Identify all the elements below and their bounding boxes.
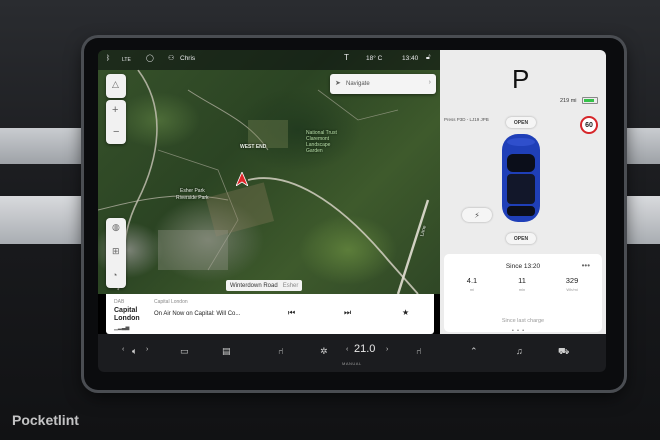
seat-heater-left-icon[interactable]: ⑁ [278,346,283,356]
favorite-star-button[interactable]: ★ [402,308,409,317]
trunk-open-label: OPEN [513,235,529,242]
vehicle-status-panel: P 219 mi Press P3D - LJ19 JPB 60 OPEN ⚡︎… [440,50,606,334]
trip-footer: Since last charge [501,318,545,324]
car-interior: ᛒ LTE ◯ ⚇ Chris T 18° C 13:40 🔓︎ ➤ Navig… [0,0,660,440]
trip-header: Since 13:20 [505,263,541,270]
now-playing-text: On Air Now on Capital: Will Co... [154,311,241,317]
current-road-name: Winterdown Road [230,282,278,289]
charge-bolt-icon: ⚡︎ [474,210,480,220]
car-menu-icon[interactable]: ▭ [180,346,189,357]
zoom-in-button[interactable]: + [112,104,118,116]
seat-heater-right-icon[interactable]: ⑁ [416,346,421,356]
navigate-search-bar[interactable]: ➤ Navigate › [330,74,436,94]
trip-duration-unit: min [518,287,526,292]
media-source: DAB [114,299,125,305]
user-name[interactable]: Chris [180,55,195,62]
trip-efficiency-unit: Wh/mi [566,287,578,292]
trip-distance-unit: mi [469,287,475,292]
signal-strength-icon: ▁▂▃▅ [114,325,130,331]
driver-profile-text: Press P3D - LJ19 JPB [444,117,489,122]
previous-track-button[interactable]: ⏮︎ [288,308,295,318]
bluetooth-icon[interactable]: ᛒ [106,55,110,62]
trip-card[interactable]: Since 13:20 ••• 4.1 mi 11 min 329 Wh/mi … [444,254,602,332]
cabin-temperature[interactable]: 21.0 [354,343,375,355]
chevron-right-icon: › [428,79,431,86]
traffic-icon[interactable]: ⊞ [112,246,120,257]
next-track-button[interactable]: ⏭︎ [344,308,351,318]
pocketlint-watermark: Pocketlint [12,412,79,428]
volume-up-icon[interactable]: › [146,346,148,353]
navigate-placeholder: Navigate [346,81,370,87]
map-label-national-trust: National Trust Claremont Landscape Garde… [306,130,337,154]
superchargers-icon[interactable]: ◔ [112,270,117,280]
media-player[interactable]: DAB Capital London ▁▂▃▅ Capital London O… [106,294,434,334]
clock: 13:40 [402,55,419,62]
more-options-icon[interactable]: ••• [582,261,590,270]
frunk-open-button[interactable]: OPEN [506,117,536,128]
battery-fill [584,99,594,102]
trip-duration: 11 min [502,276,542,292]
user-profile-icon[interactable]: ⚇ [168,54,174,62]
climate-mode-label: MANUAL [342,361,362,366]
station-name-line2: London [114,315,140,322]
current-area-name: Esher [282,282,299,289]
bottom-control-bar: ‹ 🔈︎ › ▭ ▤ ⑁ ✲ ‹ 21.0 › MANUAL ⑁ ⌃ ♫ ⛟ [98,334,606,372]
touchscreen: ᛒ LTE ◯ ⚇ Chris T 18° C 13:40 🔓︎ ➤ Navig… [98,50,606,372]
temp-up-icon[interactable]: › [386,346,388,353]
volume-down-icon[interactable]: ‹ [122,346,124,353]
globe-icon[interactable]: ◍ [112,222,120,233]
map-label-west-end: WEST END [240,144,267,150]
status-bar: ᛒ LTE ◯ ⚇ Chris T 18° C 13:40 🔓︎ [98,50,440,70]
compass-icon: △ [112,79,119,89]
station-subtitle: Capital London [154,299,188,305]
lock-icon[interactable]: 🔓︎ [426,54,431,62]
frunk-open-label: OPEN [513,119,529,126]
map-label-esher-park: Esher Park [180,188,205,194]
trip-efficiency-value: 329 [565,276,579,285]
current-road-chip: Winterdown Road Esher [226,280,303,291]
map-label-riverside-park: Riverside Park [176,195,209,201]
speed-limit-sign: 60 [580,116,598,134]
rear-defrost-icon[interactable]: ▤ [222,346,231,357]
tesla-logo-icon[interactable]: T [344,53,349,62]
camera-icon[interactable]: ◯ [146,54,154,62]
trip-distance: 4.1 mi [452,276,492,292]
trip-efficiency: 329 Wh/mi [552,276,592,292]
temp-down-icon[interactable]: ‹ [346,346,348,353]
charge-port-button[interactable]: ⚡︎ [462,208,492,222]
range-readout: 219 mi [560,98,577,104]
current-location-arrow-icon [236,172,248,186]
zoom-out-button[interactable]: − [113,126,119,138]
outside-temperature: 18° C [366,55,383,62]
zoom-controls: + − [106,100,126,144]
trip-duration-value: 11 [518,276,526,285]
navigate-arrow-icon: ➤ [335,80,341,87]
map-view[interactable]: ᛒ LTE ◯ ⚇ Chris T 18° C 13:40 🔓︎ ➤ Navig… [98,50,440,294]
app-launcher-icon[interactable]: ⌃ [470,346,478,357]
trip-distance-value: 4.1 [466,276,478,285]
lte-indicator: LTE [122,57,131,63]
fan-icon[interactable]: ✲ [320,346,328,357]
battery-icon [582,97,598,104]
station-name: Capital London [114,307,154,323]
map-options-panel: ◍ ⊞ ◔ [106,218,126,288]
music-note-icon[interactable]: ♫ [516,346,523,356]
speaker-icon[interactable]: 🔈︎ [132,346,137,357]
car-icon[interactable]: ⛟ [558,346,569,358]
car-top-view [502,134,540,222]
station-name-line1: Capital [114,307,138,314]
compass-button[interactable]: △ [106,74,126,98]
trunk-open-button[interactable]: OPEN [506,233,536,244]
gear-indicator: P [512,64,530,94]
